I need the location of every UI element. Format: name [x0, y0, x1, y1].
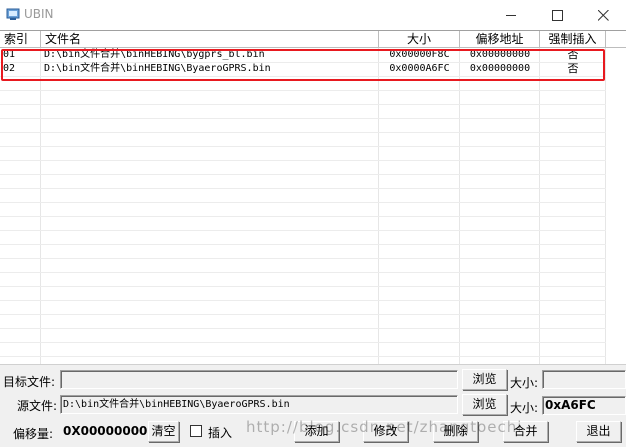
clear-button[interactable]: 清空	[148, 421, 179, 442]
list-header: 索引 文件名 大小 偏移地址 强制插入	[0, 31, 626, 48]
target-size-label: 大小:	[510, 376, 539, 390]
column-header-index[interactable]: 索引	[0, 31, 41, 47]
row-index: 01	[3, 49, 16, 60]
row-offset: 0x00000000	[469, 63, 531, 74]
row-index: 02	[3, 63, 16, 74]
row-offset: 0x00000000	[469, 49, 531, 60]
exit-button[interactable]: 退出	[576, 421, 621, 442]
maximize-button[interactable]	[534, 0, 580, 30]
target-size-field[interactable]	[542, 370, 626, 389]
browse-target-button[interactable]: 浏览	[462, 369, 507, 390]
source-file-field[interactable]: D:\bin文件合并\binHEBING\ByaeroGPRS.bin	[60, 395, 458, 414]
close-button[interactable]	[580, 0, 626, 30]
insert-checkbox-label: 插入	[208, 426, 233, 440]
window-title: UBIN	[24, 7, 54, 21]
row-size: 0x00000F8C	[389, 49, 450, 60]
insert-checkbox[interactable]	[190, 425, 202, 437]
target-file-label: 目标文件:	[3, 375, 56, 389]
row-size: 0x0000A6FC	[389, 63, 450, 74]
column-header-offset[interactable]: 偏移地址	[460, 31, 540, 47]
watermark: http://blog.csdn.net/zhangtoechi	[246, 418, 523, 436]
row-force-insert: 否	[567, 48, 579, 61]
maximize-icon	[551, 9, 563, 21]
offset-label: 偏移量:	[13, 427, 54, 441]
column-header-filename[interactable]: 文件名	[41, 31, 379, 47]
grid-lines	[0, 48, 606, 364]
table-row[interactable]: 01 D:\bin文件合并\binHEBING\bygprs_bl.bin 0x…	[0, 48, 626, 62]
row-filename: D:\bin文件合并\binHEBING\bygprs_bl.bin	[44, 49, 265, 60]
file-list[interactable]: 索引 文件名 大小 偏移地址 强制插入 01 D:\bin文件合并\binHEB…	[0, 30, 626, 365]
row-filename: D:\bin文件合并\binHEBING\ByaeroGPRS.bin	[44, 63, 271, 74]
source-size-label: 大小:	[510, 401, 539, 415]
source-file-label: 源文件:	[17, 399, 58, 413]
column-header-size[interactable]: 大小	[379, 31, 460, 47]
minimize-icon	[505, 14, 516, 16]
table-row[interactable]: 02 D:\bin文件合并\binHEBING\ByaeroGPRS.bin 0…	[0, 62, 626, 76]
offset-value[interactable]: 0X00000000	[63, 424, 147, 438]
close-icon	[597, 9, 609, 21]
target-file-field[interactable]	[60, 370, 458, 389]
row-force-insert: 否	[567, 62, 579, 75]
minimize-button[interactable]	[488, 0, 534, 30]
source-size-field[interactable]: 0xA6FC	[542, 396, 626, 415]
column-header-force-insert[interactable]: 强制插入	[540, 31, 606, 47]
title-bar: UBIN	[0, 0, 626, 30]
app-icon	[6, 8, 20, 21]
browse-source-button[interactable]: 浏览	[462, 394, 507, 415]
list-rows: 01 D:\bin文件合并\binHEBING\bygprs_bl.bin 0x…	[0, 48, 626, 76]
